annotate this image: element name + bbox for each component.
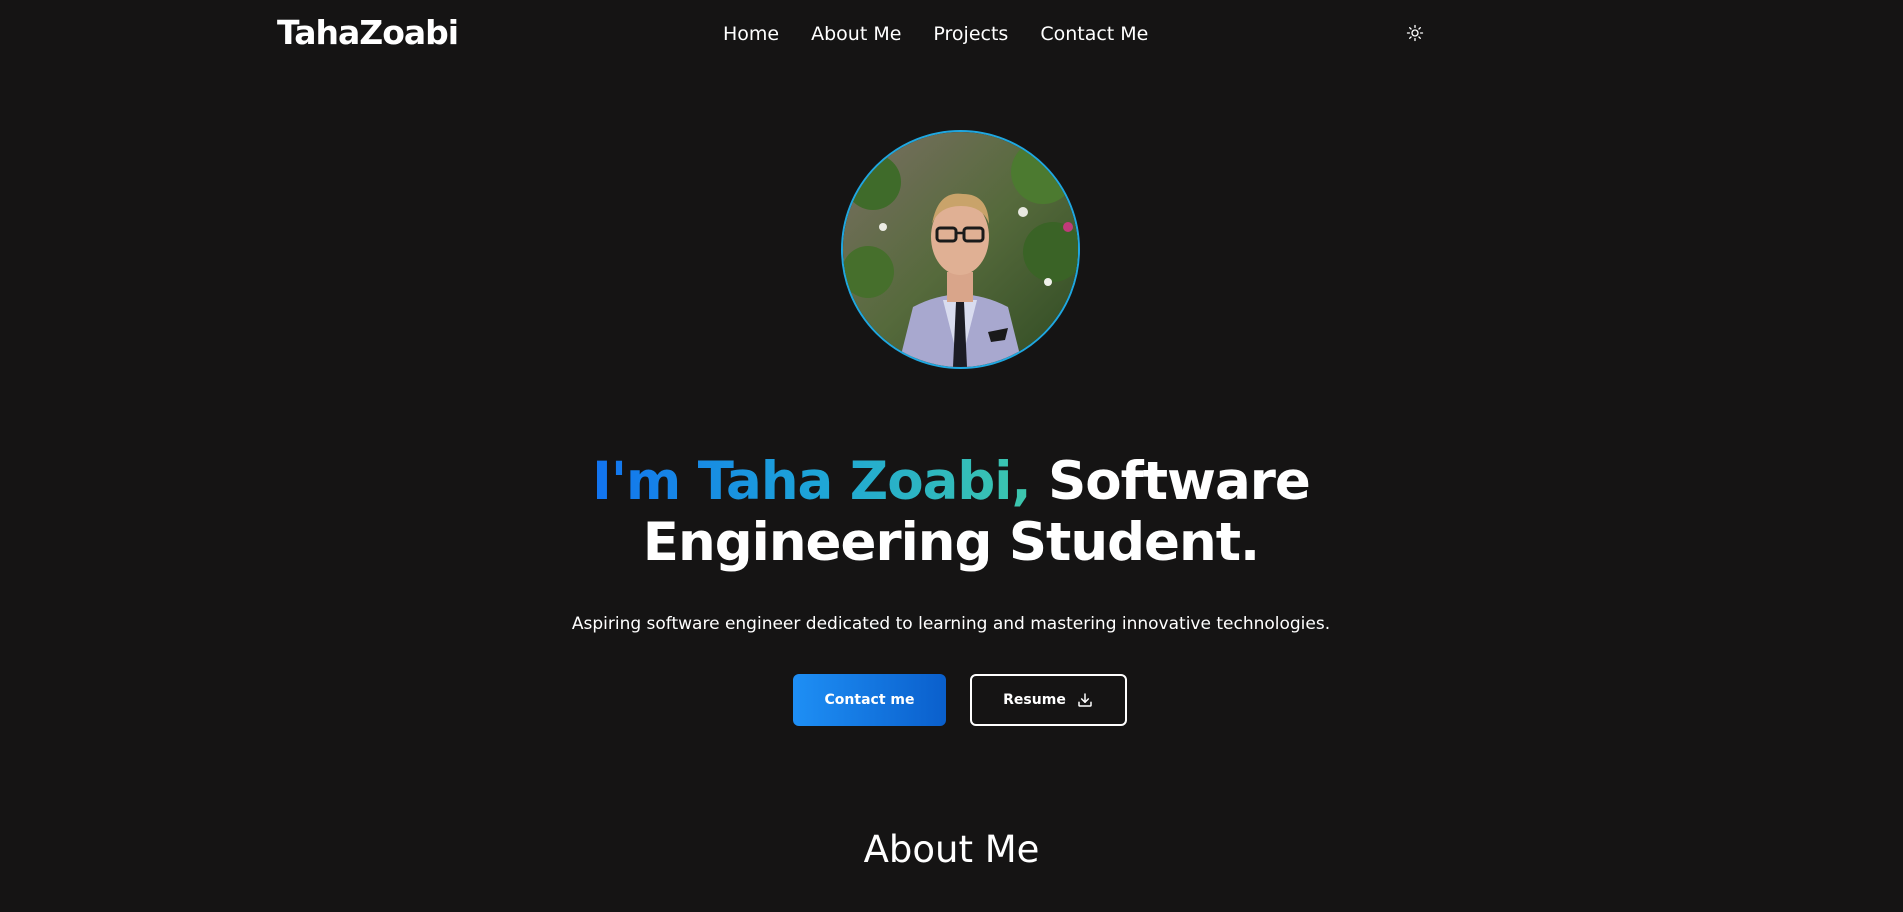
site-logo[interactable]: TahaZoabi xyxy=(277,12,459,54)
nav-item-about: About Me xyxy=(811,20,901,48)
nav-item-contact: Contact Me xyxy=(1040,20,1148,48)
theme-toggle-button[interactable] xyxy=(1404,22,1426,44)
nav-link-contact-me[interactable]: Contact Me xyxy=(1040,23,1148,45)
resume-button[interactable]: Resume xyxy=(970,674,1127,726)
hero-title-name: I'm Taha Zoabi, xyxy=(592,451,1032,512)
hero-title: I'm Taha Zoabi, Software Engineering Stu… xyxy=(451,451,1451,573)
download-icon xyxy=(1078,693,1092,707)
nav-item-home: Home xyxy=(723,20,779,48)
nav-link-projects[interactable]: Projects xyxy=(933,23,1008,45)
sun-icon xyxy=(1406,24,1424,42)
contact-me-button[interactable]: Contact me xyxy=(793,674,946,726)
resume-button-label: Resume xyxy=(1003,692,1066,708)
profile-photo xyxy=(841,130,1080,369)
navbar: TahaZoabi Home About Me Projects Contact… xyxy=(0,0,1903,68)
about-me-heading: About Me xyxy=(863,828,1040,871)
nav-item-projects: Projects xyxy=(933,20,1008,48)
nav-link-home[interactable]: Home xyxy=(723,23,779,45)
nav-link-about-me[interactable]: About Me xyxy=(811,23,901,45)
hero-subtitle: Aspiring software engineer dedicated to … xyxy=(571,614,1331,634)
nav-links: Home About Me Projects Contact Me xyxy=(723,20,1148,48)
